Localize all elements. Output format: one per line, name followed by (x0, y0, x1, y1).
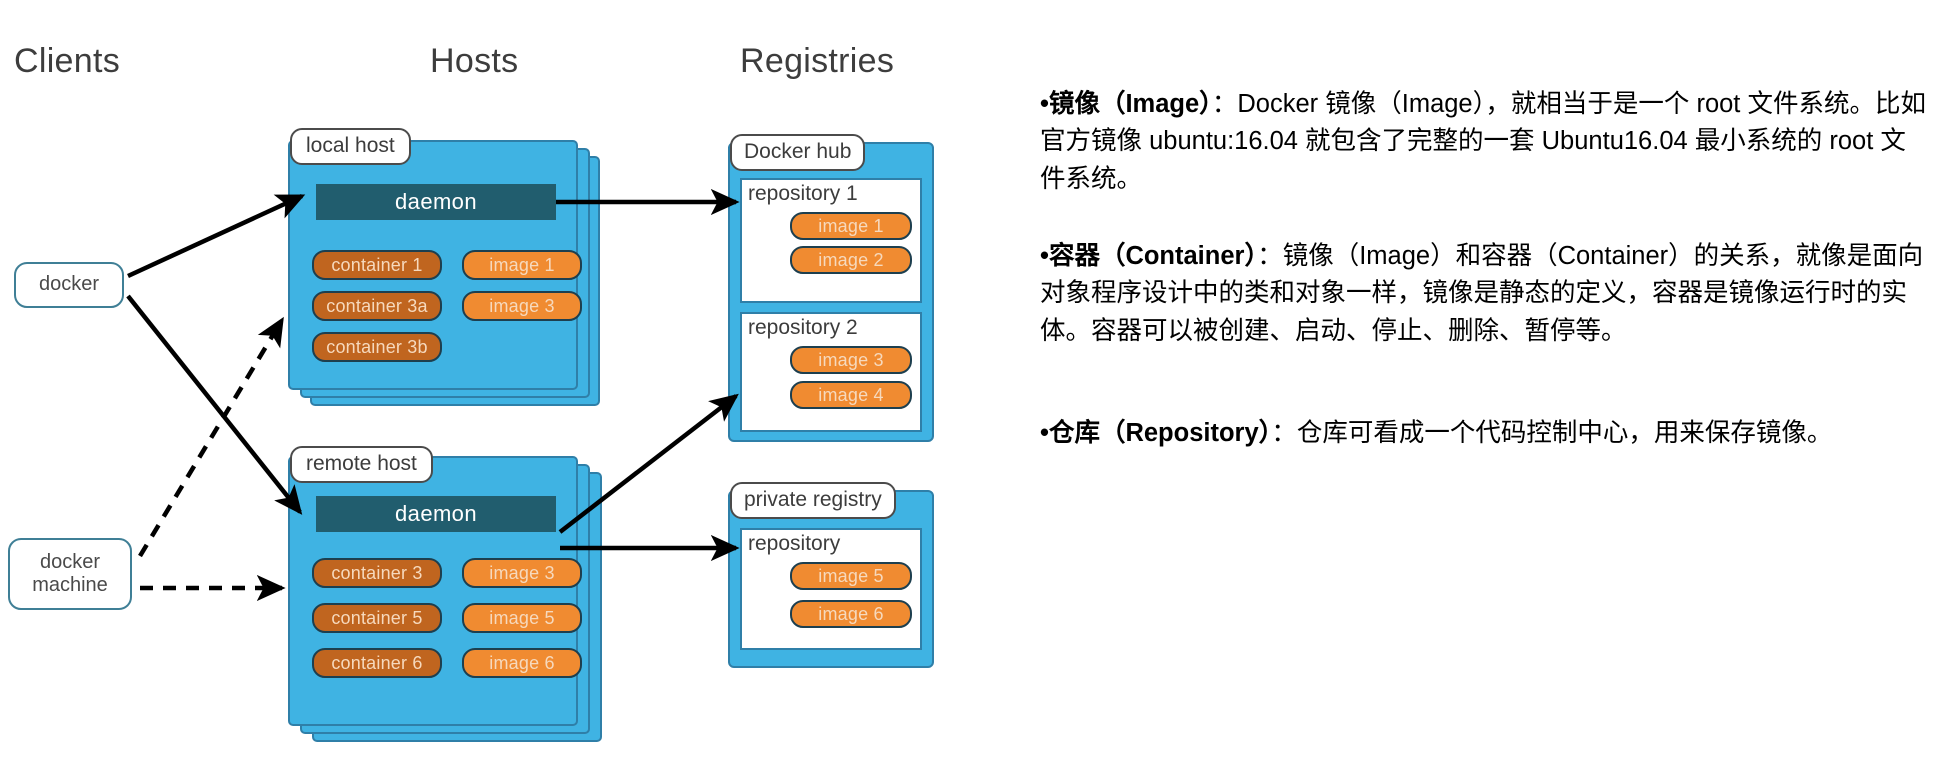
host-remote-image-6-label: image 6 (489, 652, 555, 673)
note-repository-lead: 仓库（Repository） (1048, 419, 1272, 447)
host-local-daemon-bar[interactable]: daemon (316, 184, 556, 220)
docker-hub-repo1-image-2[interactable]: image 2 (790, 246, 912, 274)
registry-private-tab: private registry (730, 482, 896, 520)
arrow-docker-to-remote-daemon (126, 294, 303, 515)
host-local-daemon-label: daemon (395, 189, 477, 214)
host-remote-image-3-label: image 3 (489, 562, 555, 583)
host-local-container-3a[interactable]: container 3a (312, 291, 442, 321)
docker-hub-repository-2-label: repository 2 (748, 316, 858, 339)
column-heading-registries: Registries (740, 42, 895, 80)
private-repo-image-6[interactable]: image 6 (790, 600, 912, 628)
host-remote-image-5[interactable]: image 5 (462, 603, 582, 633)
host-local-image-1-label: image 1 (489, 254, 555, 275)
note-repository: •仓库（Repository）：仓库可看成一个代码控制中心，用来保存镜像。 (1040, 415, 1930, 452)
docker-hub-repo2-image-4[interactable]: image 4 (790, 381, 912, 409)
host-remote-daemon-label: daemon (395, 501, 477, 526)
host-local-tab-label: local host (306, 134, 395, 157)
explanation-panel: •镜像（Image）：Docker 镜像（Image），就相当于是一个 root… (1040, 0, 1952, 784)
private-repo-image-6-label: image 6 (818, 603, 884, 624)
host-local-container-3a-label: container 3a (326, 295, 428, 316)
host-remote-image-6[interactable]: image 6 (462, 648, 582, 678)
client-node-docker[interactable]: docker (14, 262, 124, 308)
docker-hub-repo1-image-1[interactable]: image 1 (790, 212, 912, 240)
host-remote-container-3-label: container 3 (331, 562, 423, 583)
host-remote-tab-label: remote host (306, 452, 417, 475)
note-repository-body: ：仓库可看成一个代码控制中心，用来保存镜像。 (1271, 419, 1833, 447)
docker-hub-repo1-image-2-label: image 2 (818, 249, 884, 270)
docker-hub-repo1-image-1-label: image 1 (818, 215, 884, 236)
host-remote-container-5-label: container 5 (331, 607, 423, 628)
column-heading-clients: Clients (14, 42, 121, 80)
private-repo-image-5[interactable]: image 5 (790, 562, 912, 590)
note-container-bullet: • (1040, 242, 1049, 270)
docker-architecture-figure: Clients Hosts Registries docker docker m… (0, 0, 1952, 784)
host-remote-container-6-label: container 6 (331, 652, 423, 673)
host-remote-tab: remote host (290, 446, 433, 484)
host-local-image-1[interactable]: image 1 (462, 250, 582, 280)
private-repo-image-5-label: image 5 (818, 565, 884, 586)
private-repository-label: repository (748, 532, 841, 555)
docker-hub-repository-1-label: repository 1 (748, 182, 858, 205)
host-local-container-1-label: container 1 (331, 254, 423, 275)
docker-hub-repo2-image-3-label: image 3 (818, 349, 884, 370)
registry-private-tab-label: private registry (744, 488, 882, 511)
arrow-docker-to-local-daemon (127, 193, 306, 279)
host-local-container-3b-label: container 3b (326, 336, 428, 357)
arrow-docker-machine-to-local-host (138, 316, 284, 558)
docker-hub-repo2-image-3[interactable]: image 3 (790, 346, 912, 374)
host-remote-container-5[interactable]: container 5 (312, 603, 442, 633)
host-remote-container-6[interactable]: container 6 (312, 648, 442, 678)
note-container-lead: 容器（Container） (1048, 242, 1258, 270)
note-image-lead: 镜像（Image） (1048, 90, 1212, 118)
host-remote-daemon-bar[interactable]: daemon (316, 496, 556, 532)
client-node-docker-machine[interactable]: docker machine (8, 538, 132, 610)
registry-docker-hub-tab: Docker hub (730, 134, 866, 172)
host-local-image-3-label: image 3 (489, 295, 555, 316)
note-image-bullet: • (1040, 90, 1049, 118)
note-container: •容器（Container）：镜像（Image）和容器（Container）的关… (1040, 238, 1930, 350)
client-docker-label: docker (38, 273, 100, 296)
host-remote-container-3[interactable]: container 3 (312, 558, 442, 588)
host-local-container-1[interactable]: container 1 (312, 250, 442, 280)
client-docker-machine-label-line2: machine (32, 574, 108, 596)
host-local-tab: local host (290, 128, 411, 166)
host-remote-image-5-label: image 5 (489, 607, 555, 628)
column-heading-hosts: Hosts (430, 42, 519, 80)
host-local-container-3b[interactable]: container 3b (312, 332, 442, 362)
note-repository-bullet: • (1040, 419, 1049, 447)
docker-hub-repo2-image-4-label: image 4 (818, 384, 884, 405)
diagram-panel: Clients Hosts Registries docker docker m… (0, 0, 1030, 784)
host-remote-image-3[interactable]: image 3 (462, 558, 582, 588)
registry-docker-hub-tab-label: Docker hub (744, 140, 852, 163)
note-image: •镜像（Image）：Docker 镜像（Image），就相当于是一个 root… (1040, 86, 1930, 198)
host-local-image-3[interactable]: image 3 (462, 291, 582, 321)
client-docker-machine-label-line1: docker (39, 550, 101, 573)
